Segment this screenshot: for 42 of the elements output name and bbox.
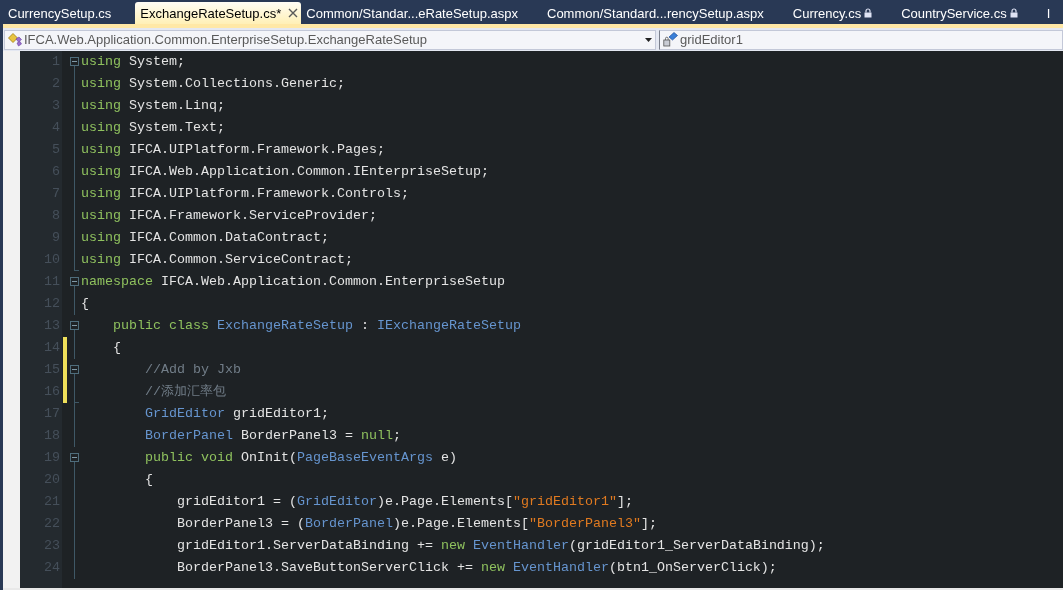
collapse-icon[interactable] [70,365,79,374]
code-line: using System.Text; [81,120,225,135]
field-icon [663,32,678,47]
code-line: namespace IFCA.Web.Application.Common.EnterpriseSetup [81,274,505,289]
code-line: using IFCA.UIPlatform.Framework.Pages; [81,142,385,157]
file-tab[interactable]: Common/Standar...eRateSetup.aspx [301,2,542,24]
code-line: using IFCA.Common.DataContract; [81,230,329,245]
code-line: BorderPanel BorderPanel3 = null; [145,428,401,443]
code-line: gridEditor1 = (GridEditor)e.Page.Elements["gridEditor1"]; [177,494,633,509]
code-line: using System.Collections.Generic; [81,76,345,91]
code-line: gridEditor1.ServerDataBinding += new EventHandler(gridEditor1_ServerDataBinding); [177,538,825,553]
type-dropdown[interactable]: IFCA.Web.Application.Common.EnterpriseSetup.ExchangeRateSetup [4,29,656,50]
code-line: using IFCA.UIPlatform.Framework.Controls; [81,186,409,201]
code-line: //添加汇率包 [145,384,226,399]
file-tab[interactable]: ExchangeRateSetup.cs* [135,2,302,24]
code-line: BorderPanel3 = (BorderPanel)e.Page.Elements["BorderPanel3"]; [177,516,657,531]
collapse-icon[interactable] [70,453,79,462]
code-line: using IFCA.Common.ServiceContract; [81,252,353,267]
class-icon [8,32,22,47]
code-line: { [81,296,89,311]
file-tab[interactable]: Common/Standard...rencySetup.aspx [542,2,788,24]
member-dropdown[interactable]: gridEditor1 [659,29,1063,50]
code-line: public void OnInit(PageBaseEventArgs e) [145,450,457,465]
code-line: using IFCA.Framework.ServiceProvider; [81,208,377,223]
code-line: GridEditor gridEditor1; [145,406,329,421]
code-line: { [113,340,121,355]
code-line: using System; [81,54,185,69]
caret-icon[interactable] [645,37,652,42]
collapse-icon[interactable] [70,277,79,286]
code-line: using System.Linq; [81,98,225,113]
file-tab[interactable]: CurrencySetup.cs [3,2,136,24]
code-line: BorderPanel3.SaveButtonServerClick += new EventHandler(btn1_OnServerClick); [177,560,777,575]
close-icon[interactable] [288,8,299,18]
code-line: { [145,472,153,487]
collapse-icon[interactable] [70,57,79,66]
collapse-icon[interactable] [70,321,79,330]
code-line: //Add by Jxb [145,362,241,377]
file-tab[interactable]: I [1041,2,1063,24]
code-line: using IFCA.Web.Application.Common.IEnterpriseSetup; [81,164,489,179]
file-tab[interactable]: Currency.cs [787,2,897,24]
file-tab[interactable]: CountryService.cs [896,2,1042,24]
code-line: public class ExchangeRateSetup : IExchangeRateSetup [113,318,521,333]
